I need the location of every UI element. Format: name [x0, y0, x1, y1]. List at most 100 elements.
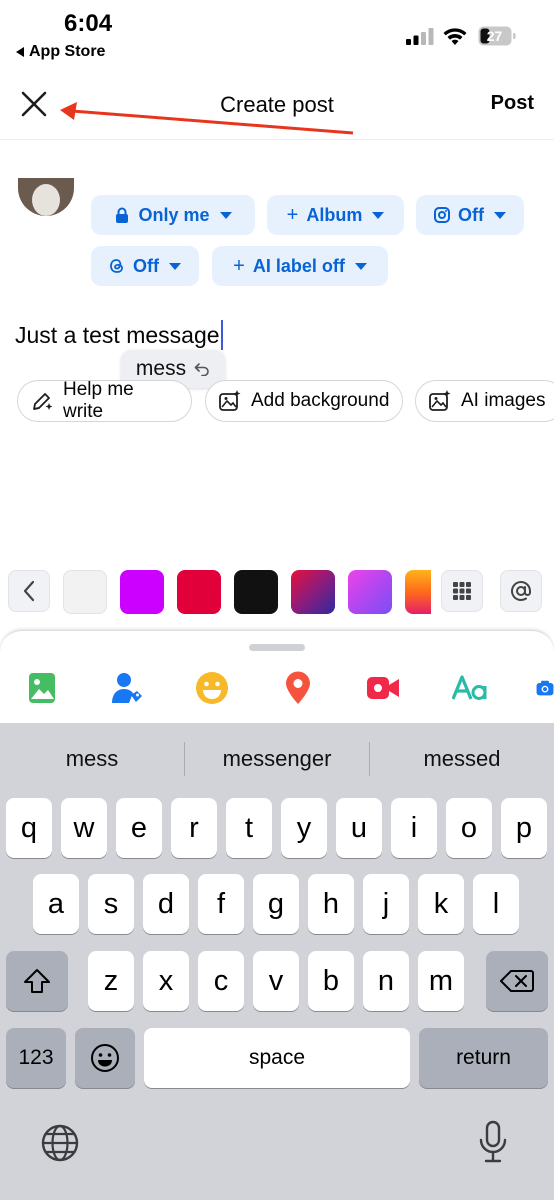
- threads-share-chip[interactable]: Off: [91, 246, 199, 286]
- microphone-icon: [479, 1120, 507, 1163]
- prediction-messenger[interactable]: messenger: [185, 723, 369, 795]
- shift-arrow-icon: [24, 969, 50, 993]
- swatch-pink-violet-gradient[interactable]: [348, 570, 392, 614]
- help-me-write-label: Help me write: [63, 379, 134, 422]
- undo-arrow-icon: [194, 363, 209, 376]
- back-triangle-icon: [16, 47, 24, 57]
- post-button[interactable]: Post: [491, 92, 534, 115]
- sheet-drag-handle[interactable]: [249, 644, 305, 651]
- swatches-back-button[interactable]: [8, 570, 50, 612]
- return-key[interactable]: return: [419, 1028, 548, 1088]
- help-me-write-button[interactable]: Help me write: [17, 379, 192, 422]
- autocorrect-word: mess: [135, 357, 187, 380]
- key-q[interactable]: q: [6, 798, 52, 858]
- key-n[interactable]: n: [363, 951, 409, 1011]
- back-to-app-link[interactable]: App Store: [16, 43, 105, 61]
- numbers-key[interactable]: 123: [6, 1028, 66, 1088]
- chevron-down-icon: [169, 262, 181, 270]
- at-sign-icon: [511, 581, 531, 601]
- globe-button[interactable]: [40, 1123, 80, 1163]
- key-x[interactable]: x: [143, 951, 189, 1011]
- text-style-button[interactable]: [451, 671, 489, 705]
- camera-icon: [536, 680, 554, 696]
- key-e[interactable]: e: [116, 798, 162, 858]
- wifi-icon: [443, 28, 467, 45]
- battery-indicator: 27: [478, 26, 516, 46]
- mention-button[interactable]: [500, 570, 542, 612]
- ai-images-button[interactable]: AI images: [415, 380, 554, 422]
- swatch-white[interactable]: [63, 570, 107, 614]
- key-o[interactable]: o: [446, 798, 492, 858]
- key-s[interactable]: s: [88, 874, 134, 934]
- key-r[interactable]: r: [171, 798, 217, 858]
- key-d[interactable]: d: [143, 874, 189, 934]
- swatch-purple[interactable]: [120, 570, 164, 614]
- avatar-photo: [32, 184, 60, 216]
- instagram-share-chip[interactable]: Off: [416, 195, 524, 235]
- key-m[interactable]: m: [418, 951, 464, 1011]
- key-a[interactable]: a: [33, 874, 79, 934]
- composer-tools-sheet: [0, 630, 554, 730]
- shift-key[interactable]: [6, 951, 68, 1011]
- chevron-down-icon: [219, 211, 232, 219]
- status-bar: 6:04 App Store 27: [0, 0, 554, 70]
- swatch-black[interactable]: [234, 570, 278, 614]
- key-p[interactable]: p: [501, 798, 547, 858]
- check-in-button[interactable]: [281, 671, 315, 705]
- prediction-mess[interactable]: mess: [0, 723, 184, 795]
- delete-key[interactable]: [486, 951, 548, 1011]
- post-text-input[interactable]: Just a test message: [15, 320, 223, 350]
- emoji-face-icon: [91, 1044, 119, 1072]
- ai-label-chip[interactable]: + AI label off: [212, 246, 388, 286]
- swatch-red[interactable]: [177, 570, 221, 614]
- key-c[interactable]: c: [198, 951, 244, 1011]
- live-video-button[interactable]: [366, 671, 400, 705]
- key-l[interactable]: l: [473, 874, 519, 934]
- image-sparkle-icon: [429, 390, 451, 411]
- page-title: Create post: [220, 92, 334, 117]
- key-w[interactable]: w: [61, 798, 107, 858]
- key-f[interactable]: f: [198, 874, 244, 934]
- more-backgrounds-button[interactable]: [441, 570, 483, 612]
- key-b[interactable]: b: [308, 951, 354, 1011]
- space-key[interactable]: space: [144, 1028, 410, 1088]
- key-i[interactable]: i: [391, 798, 437, 858]
- key-t[interactable]: t: [226, 798, 272, 858]
- dictation-button[interactable]: [478, 1120, 508, 1164]
- video-camera-icon: [367, 677, 399, 699]
- privacy-chip[interactable]: Only me: [91, 195, 255, 235]
- swatch-orange-gradient[interactable]: [405, 570, 431, 614]
- key-g[interactable]: g: [253, 874, 299, 934]
- key-k[interactable]: k: [418, 874, 464, 934]
- emoji-keyboard-key[interactable]: [75, 1028, 135, 1088]
- add-background-button[interactable]: Add background: [205, 380, 403, 422]
- ai-images-label: AI images: [461, 390, 546, 411]
- key-y[interactable]: y: [281, 798, 327, 858]
- album-chip[interactable]: + Album: [267, 195, 404, 235]
- background-swatch-row: [0, 570, 554, 616]
- key-u[interactable]: u: [336, 798, 382, 858]
- text-cursor: [220, 320, 223, 350]
- key-h[interactable]: h: [308, 874, 354, 934]
- profile-avatar: [18, 178, 74, 216]
- chevron-left-icon: [23, 580, 35, 602]
- key-v[interactable]: v: [253, 951, 299, 1011]
- post-text: Just a test message: [15, 321, 220, 348]
- feeling-button[interactable]: [195, 671, 229, 705]
- location-pin-icon: [286, 671, 310, 704]
- key-z[interactable]: z: [88, 951, 134, 1011]
- swatch-red-blue-gradient[interactable]: [291, 570, 335, 614]
- camera-button[interactable]: [536, 671, 554, 705]
- chevron-down-icon: [354, 262, 367, 270]
- cellular-signal-icon: [406, 28, 434, 45]
- key-j[interactable]: j: [363, 874, 409, 934]
- plus-icon: +: [233, 255, 245, 277]
- album-chip-label: Album: [306, 204, 363, 225]
- photo-button[interactable]: [25, 671, 59, 705]
- battery-icon: 27: [478, 26, 516, 46]
- tag-people-button[interactable]: [110, 671, 144, 705]
- prediction-messed[interactable]: messed: [370, 723, 554, 795]
- instagram-icon: [434, 207, 450, 223]
- add-background-label: Add background: [251, 390, 390, 411]
- predictive-text-bar: mess messenger messed: [0, 723, 554, 795]
